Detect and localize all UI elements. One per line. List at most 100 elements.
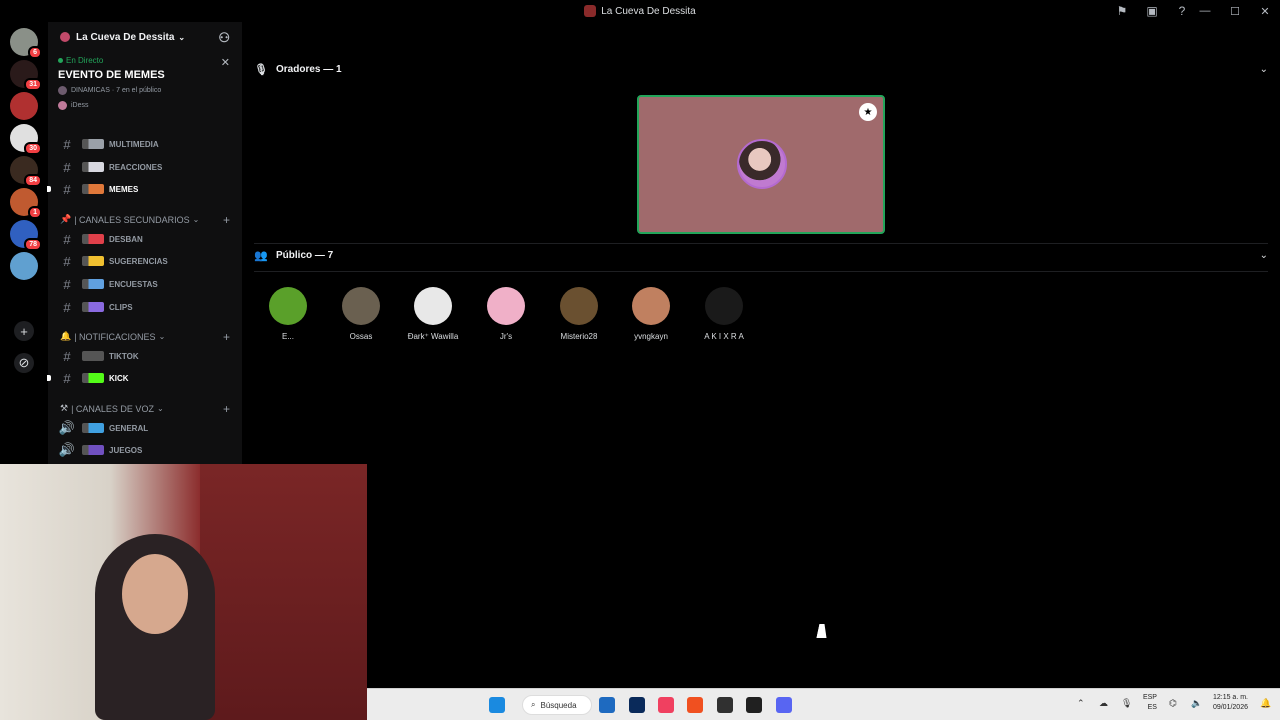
inbox-icon[interactable]: ▣ xyxy=(1144,3,1160,19)
voice-channel-general[interactable]: 🔊 GENERAL xyxy=(58,418,238,438)
audience-member[interactable]: Ðark⁺ Wawilla xyxy=(397,287,469,341)
audience-member-name: Ossas xyxy=(349,332,373,341)
server-avatar[interactable]: 30 xyxy=(10,124,42,155)
avatar xyxy=(737,139,787,189)
webcam-overlay xyxy=(0,464,367,720)
notification-icon[interactable]: 🔔 xyxy=(1260,698,1271,708)
speaker-tile[interactable]: ★ xyxy=(637,95,885,234)
obs-icon[interactable] xyxy=(717,697,733,713)
discover-icon[interactable]: ⊘ xyxy=(14,353,34,373)
chevron-down-icon: ⌄ xyxy=(178,32,186,42)
streamer-face xyxy=(122,554,188,634)
people-icon: 👥 xyxy=(254,250,268,262)
channel-emoji-icon xyxy=(82,373,104,383)
add-server-icon[interactable]: + xyxy=(14,321,34,341)
mention-badge: 78 xyxy=(24,238,42,251)
chevron-down-icon: ⌄ xyxy=(156,404,164,413)
mention-badge: 30 xyxy=(24,142,42,155)
add-channel-icon[interactable]: + xyxy=(223,330,230,344)
channel-encuestas[interactable]: # ENCUESTAS xyxy=(58,274,238,294)
help-icon[interactable]: ? xyxy=(1174,3,1190,19)
server-avatar[interactable]: 1 xyxy=(10,188,42,219)
discord-icon[interactable] xyxy=(776,697,792,713)
channel-memes[interactable]: # MEMES xyxy=(47,179,238,199)
hash-icon: # xyxy=(63,253,71,269)
audience-member[interactable]: A K I X R A xyxy=(688,287,760,341)
server-avatar[interactable]: 6 xyxy=(10,28,42,59)
category-voz[interactable]: ⚒ | CANALES DE VOZ ⌄ + xyxy=(60,402,230,416)
avatar xyxy=(705,287,743,325)
channel-kick[interactable]: # KICK xyxy=(47,368,238,388)
app-icon[interactable] xyxy=(746,697,762,713)
voice-channel-juegos[interactable]: 🔊 JUEGOS xyxy=(58,440,238,460)
close-icon[interactable]: ✕ xyxy=(221,56,230,69)
volume-icon[interactable]: 🔈 xyxy=(1191,698,1202,708)
chevron-down-icon[interactable]: ⌄ xyxy=(1260,64,1268,75)
unread-indicator xyxy=(47,186,51,192)
bell-icon: 🔔 xyxy=(60,331,72,341)
chevron-up-icon[interactable]: ⌃ xyxy=(1077,698,1087,708)
server-avatar[interactable] xyxy=(10,92,38,120)
event-host: iDess xyxy=(58,101,232,110)
channel-tiktok[interactable]: # TIKTOK xyxy=(58,346,238,366)
avatar xyxy=(58,101,67,110)
hash-icon: # xyxy=(63,159,71,175)
avatar xyxy=(342,287,380,325)
music-icon[interactable] xyxy=(658,697,674,713)
live-event-card[interactable]: En Directo EVENTO DE MEMES DINAMICAS · 7… xyxy=(48,52,242,114)
audience-member[interactable]: E... xyxy=(252,287,324,341)
invite-icon[interactable]: ⚇ xyxy=(218,30,230,46)
channel-desban[interactable]: # DESBAN xyxy=(58,229,238,249)
add-channel-icon[interactable]: + xyxy=(223,402,230,416)
minimize-button[interactable]: — xyxy=(1190,0,1220,22)
server-avatar[interactable] xyxy=(10,252,38,280)
brave-icon[interactable] xyxy=(687,697,703,713)
category-notificaciones[interactable]: 🔔 | NOTIFICACIONES ⌄ + xyxy=(60,330,230,344)
pin-icon: 📌 xyxy=(60,214,72,224)
channel-reacciones[interactable]: # REACCIONES xyxy=(58,157,238,177)
unread-indicator xyxy=(47,375,51,381)
channel-clips[interactable]: # CLIPS xyxy=(58,297,238,317)
clock[interactable]: 12:15 a. m. 09/01/2026 xyxy=(1213,693,1248,713)
audience-header[interactable]: 👥 Público — 7 xyxy=(254,249,333,263)
mic-icon[interactable]: 🎙 xyxy=(1121,698,1132,708)
channel-sugerencias[interactable]: # SUGERENCIAS xyxy=(58,251,238,271)
language-indicator[interactable]: ESP ES xyxy=(1143,693,1157,713)
audience-member[interactable]: yvngkayn xyxy=(615,287,687,341)
windows-start-icon[interactable] xyxy=(489,697,505,713)
speakers-header[interactable]: 🎙 Oradores — 1 xyxy=(254,63,342,77)
audience-member[interactable]: Ossas xyxy=(325,287,397,341)
speaker-icon: 🔊 xyxy=(58,442,76,457)
network-icon[interactable]: ⌬ xyxy=(1169,698,1179,708)
audience-member[interactable]: Misterio28 xyxy=(543,287,615,341)
server-avatar[interactable]: 84 xyxy=(10,156,42,187)
divider xyxy=(254,271,1268,272)
add-channel-icon[interactable]: + xyxy=(223,213,230,227)
server-avatar[interactable]: 78 xyxy=(10,220,42,251)
channel-multimedia[interactable]: # MULTIMEDIA xyxy=(58,134,238,154)
maximize-button[interactable]: ☐ xyxy=(1220,0,1250,22)
flag-icon[interactable]: ⚑ xyxy=(1114,3,1130,19)
audience-member[interactable]: Jr's xyxy=(470,287,542,341)
close-button[interactable]: ✕ xyxy=(1250,0,1280,22)
photoshop-icon[interactable] xyxy=(629,697,645,713)
chevron-down-icon: ⌄ xyxy=(158,332,166,341)
guild-header[interactable]: La Cueva De Dessita ⌄ ⚇ xyxy=(48,22,242,52)
chevron-down-icon[interactable]: ⌄ xyxy=(1260,250,1268,261)
channel-emoji-icon xyxy=(82,256,104,266)
category-secundarios[interactable]: 📌 | CANALES SECUNDARIOS ⌄ + xyxy=(60,213,230,227)
hash-icon: # xyxy=(63,136,71,152)
taskbar-search[interactable]: ⌕ Búsqueda xyxy=(522,695,592,715)
channel-emoji-icon xyxy=(82,351,104,361)
system-tray: ⌃ ☁ 🎙 ESP ES ⌬ 🔈 12:15 a. m. 09/01/2026 🔔 xyxy=(1077,693,1271,713)
speaker-icon: 🔊 xyxy=(58,420,76,435)
hash-icon: # xyxy=(63,370,71,386)
mention-badge: 31 xyxy=(24,78,42,91)
mention-badge: 1 xyxy=(28,206,42,219)
hammer-icon: ⚒ xyxy=(60,403,69,413)
server-avatar[interactable]: 31 xyxy=(10,60,42,91)
audience-member-name: Misterio28 xyxy=(560,332,598,341)
channel-emoji-icon xyxy=(82,279,104,289)
file-explorer-icon[interactable] xyxy=(599,697,615,713)
cloud-icon[interactable]: ☁ xyxy=(1099,698,1109,708)
